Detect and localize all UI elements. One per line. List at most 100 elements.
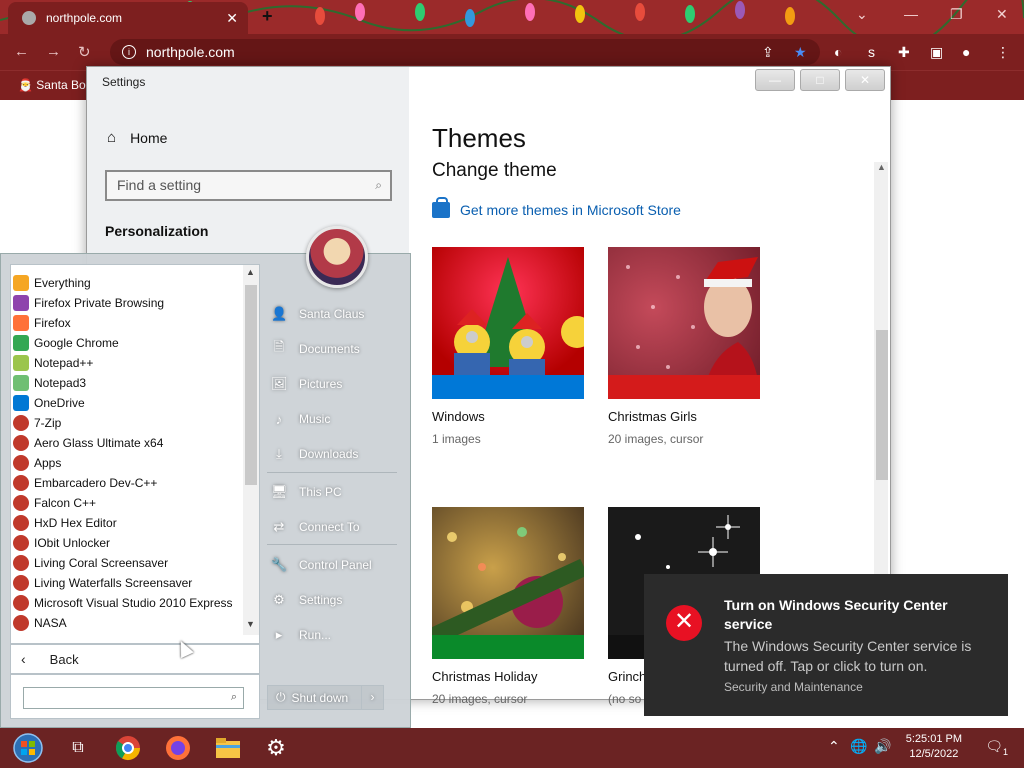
places-item[interactable]: ▸ Run...: [271, 623, 331, 647]
page-subtitle: Change theme: [432, 160, 557, 181]
extension-flag-icon[interactable]: ◐: [834, 44, 842, 60]
program-item[interactable]: IObit Unlocker: [13, 533, 110, 553]
scroll-down-icon[interactable]: ▼: [246, 619, 255, 629]
page-title: Themes: [432, 123, 526, 153]
volume-icon[interactable]: 🔊: [874, 738, 891, 755]
theme-tile-christmas-holiday[interactable]: Christmas Holiday 20 images, cursor: [432, 507, 584, 706]
shutdown-button[interactable]: ⏻ Shut down ›: [267, 685, 384, 710]
store-themes-link[interactable]: Get more themes in Microsoft Store: [432, 197, 681, 218]
store-bag-icon: [432, 197, 450, 218]
program-item[interactable]: Notepad++: [13, 353, 93, 373]
scroll-up-icon[interactable]: ▲: [246, 267, 255, 277]
close-tab-icon[interactable]: ✕: [226, 10, 238, 27]
network-globe-icon[interactable]: 🌐: [850, 738, 867, 755]
side-panel-icon[interactable]: ▣: [930, 44, 943, 61]
clock-time: 5:25:01 PM: [905, 733, 962, 745]
theme-thumbnail: [432, 247, 584, 399]
show-hidden-icons-icon[interactable]: ⌃: [828, 738, 840, 755]
clock-date: 12/5/2022: [909, 748, 959, 760]
theme-tile-windows[interactable]: Windows 1 images: [432, 247, 584, 446]
browser-menu-icon[interactable]: ⋮: [996, 44, 1010, 61]
chrome-taskbar-icon[interactable]: [112, 732, 144, 764]
error-icon: ✕: [666, 605, 702, 641]
forward-arrow-icon[interactable]: →: [46, 43, 61, 60]
back-arrow-icon[interactable]: ←: [14, 43, 29, 60]
find-setting-input[interactable]: Find a setting ⌕: [105, 170, 392, 201]
computer-icon: 🖥: [271, 484, 288, 499]
minimize-icon[interactable]: —: [904, 6, 918, 22]
bookmark-star-icon[interactable]: ★: [794, 44, 807, 61]
program-item[interactable]: Embarcadero Dev-C++: [13, 473, 157, 493]
user-icon: 👤: [271, 306, 288, 321]
shutdown-options-arrow-icon[interactable]: ›: [361, 686, 383, 709]
program-item[interactable]: Google Chrome: [13, 333, 119, 353]
places-item[interactable]: 🖥 This PC: [271, 480, 342, 504]
program-item[interactable]: Falcon C++: [13, 493, 96, 513]
firefox-taskbar-icon[interactable]: [162, 732, 194, 764]
system-clock[interactable]: 5:25:01 PM 12/5/2022: [906, 732, 962, 762]
places-item[interactable]: 👤 Santa Claus: [271, 302, 364, 326]
program-item[interactable]: 7-Zip: [13, 413, 61, 433]
user-avatar[interactable]: [306, 226, 368, 288]
share-icon[interactable]: ⇪: [762, 44, 774, 61]
program-item[interactable]: Everything: [13, 273, 91, 293]
program-item[interactable]: HxD Hex Editor: [13, 513, 117, 533]
places-item[interactable]: ⤓ Downloads: [271, 442, 358, 466]
start-search-input[interactable]: ⌕: [23, 687, 244, 709]
start-button[interactable]: [10, 732, 46, 764]
places-item[interactable]: ⇄ Connect To: [271, 515, 360, 539]
tab-title: northpole.com: [46, 11, 123, 25]
windows-orb-icon: [13, 733, 43, 763]
program-item[interactable]: NASA: [13, 613, 67, 633]
program-item[interactable]: Apps: [13, 453, 61, 473]
program-item[interactable]: Firefox Private Browsing: [13, 293, 164, 313]
theme-thumbnail: [608, 247, 760, 399]
program-label: Everything: [34, 276, 91, 290]
file-explorer-taskbar-icon[interactable]: [212, 732, 244, 764]
window-title: Settings: [102, 75, 146, 89]
extension-s-icon[interactable]: s: [868, 44, 875, 60]
places-item[interactable]: 🔧 Control Panel: [271, 553, 372, 577]
settings-gear-icon[interactable]: ⚙: [260, 732, 292, 764]
extensions-puzzle-icon[interactable]: ✚: [898, 44, 910, 61]
places-item[interactable]: 🗎 Documents: [271, 337, 360, 361]
program-icon: [13, 495, 29, 511]
address-bar[interactable]: i northpole.com: [110, 39, 820, 65]
program-item[interactable]: OneDrive: [13, 393, 85, 413]
browser-tab[interactable]: northpole.com ✕: [8, 2, 248, 34]
theme-tile-christmas-girls[interactable]: Christmas Girls 20 images, cursor: [608, 247, 760, 446]
action-center-icon[interactable]: 🗨1: [985, 738, 1008, 757]
program-item[interactable]: Microsoft Visual Studio 2010 Express: [13, 593, 233, 613]
program-icon: [13, 535, 29, 551]
places-item[interactable]: ⚙ Settings: [271, 588, 342, 612]
theme-meta: 1 images: [432, 432, 481, 446]
home-nav-item[interactable]: ⌂ Home: [107, 129, 167, 146]
program-label: Firefox Private Browsing: [34, 296, 165, 310]
program-item[interactable]: Living Waterfalls Screensaver: [13, 573, 192, 593]
task-view-icon[interactable]: ⧉: [62, 732, 94, 764]
scrollbar-thumb[interactable]: [876, 330, 888, 480]
places-item[interactable]: ♪ Music: [271, 407, 331, 431]
tab-search-icon[interactable]: ⌄: [856, 6, 868, 23]
program-label: OneDrive: [34, 396, 85, 410]
program-item[interactable]: Living Coral Screensaver: [13, 553, 168, 573]
notification-toast[interactable]: ✕ Turn on Windows Security Center servic…: [644, 574, 1008, 716]
profile-avatar-icon[interactable]: ●: [962, 44, 970, 60]
program-icon: [13, 315, 29, 331]
program-item[interactable]: Notepad3: [13, 373, 86, 393]
close-window-icon[interactable]: ✕: [996, 6, 1008, 23]
start-menu: Everything Firefox Private Browsing Firefo…: [0, 226, 411, 728]
program-item[interactable]: Aero Glass Ultimate x64: [13, 433, 163, 453]
places-item[interactable]: 🖼 Pictures: [271, 372, 342, 396]
program-icon: [13, 335, 29, 351]
new-tab-icon[interactable]: +: [262, 6, 273, 27]
site-info-icon[interactable]: i: [122, 45, 136, 59]
program-list-scrollbar[interactable]: ▲ ▼: [243, 265, 259, 635]
scrollbar-thumb[interactable]: [245, 285, 257, 485]
bookmark-santa[interactable]: 🎅 Santa Bo: [18, 78, 86, 92]
reload-icon[interactable]: ↻: [78, 43, 91, 61]
back-button[interactable]: ‹ Back: [10, 644, 260, 674]
restore-icon[interactable]: ❐: [950, 6, 963, 23]
scroll-up-icon[interactable]: ▲: [877, 162, 886, 172]
program-item[interactable]: Firefox: [13, 313, 71, 333]
